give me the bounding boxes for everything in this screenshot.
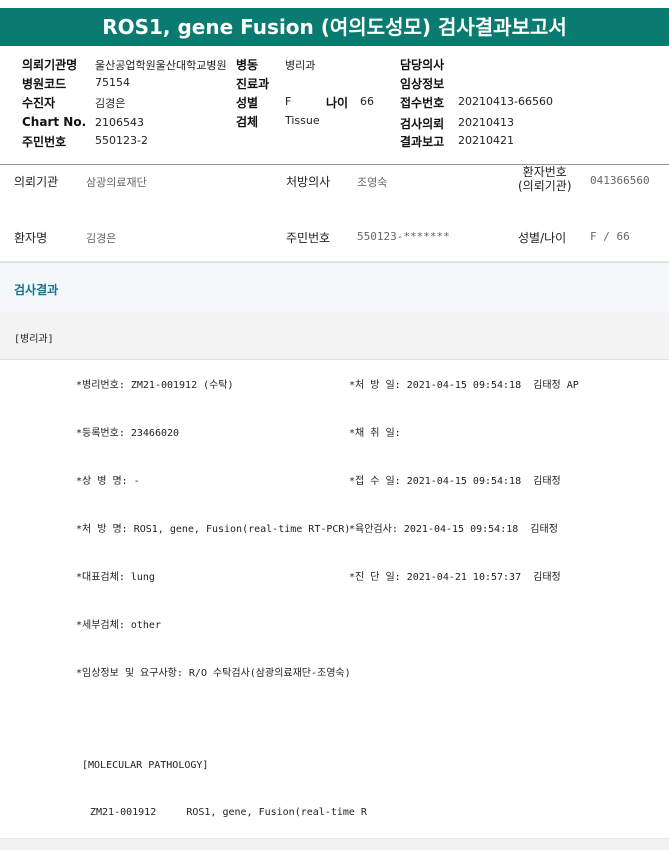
header-label: 병원코드 [22,77,67,91]
result-left: *임상정보 및 요구사항: R/O 수탁검사(삼광의료재단-조영숙) [76,668,351,679]
header-value: 20210421 [458,134,514,147]
header-value: 울산공업학원울산대학교병원 [95,59,227,72]
department-label: [병리과] [14,334,54,345]
header-label: 병동 [236,58,259,72]
header-label: 수진자 [22,96,56,110]
header-value: 20210413 [458,116,514,129]
patient-label: 환자번호 (의뢰기관) [518,165,572,193]
results-section-header: 검사결과 [0,262,669,314]
report-title: ROS1, gene Fusion (여의도성모) 검사결과보고서 [0,8,669,46]
header-value: Tissue [285,114,320,127]
molecular-pathology-row: [MOLECULAR PATHOLOGY] [0,744,669,793]
header-value: 2106543 [95,116,144,129]
header-label: Chart No. [22,115,87,129]
result-right: *육안검사: 2021-04-15 09:54:18 김태정 [349,524,558,535]
results-section-title: 검사결과 [14,283,59,297]
header-label: 성별 [236,96,259,110]
header-label: 진료과 [236,77,270,91]
header-label: 접수번호 [400,96,445,110]
patient-value: 삼광의료재단 [86,176,147,189]
molecular-pathology-label: [MOLECULAR PATHOLOGY] [82,760,209,771]
header-label: 주민번호 [22,135,67,149]
result-row: *임상정보 및 요구사항: R/O 수탁검사(삼광의료재단-조영숙) [0,648,669,697]
age-label: 나이 [326,96,349,110]
result-left: *등록번호: 23466020 [76,428,180,439]
patient-label: 처방의사 [286,175,331,189]
result-row: *등록번호: 23466020 *채 취 일: [0,408,669,457]
header-label: 담당의사 [400,58,445,72]
header-value: 병리과 [285,59,316,72]
header-label: 결과보고 [400,135,445,149]
result-row: *처 방 명: ROS1, gene, Fusion(real-time RT-… [0,504,669,553]
header-label: 의뢰기관명 [22,58,78,72]
header-label: 임상정보 [400,77,445,91]
result-left: *대표검체: lung [76,572,155,583]
patient-info-row: 의뢰기관 삼광의료재단 처방의사 조영숙 환자번호 (의뢰기관) 0413665… [0,165,669,214]
footer-strip [0,839,669,850]
header-value: 550123-2 [95,134,148,147]
header-value: 김경은 [95,97,126,110]
patient-value: 550123-******* [357,230,450,243]
result-right: *채 취 일: [349,428,401,439]
header-label: 검체 [236,115,259,129]
result-row [0,696,669,745]
result-right: *진 단 일: 2021-04-21 10:57:37 김태정 [349,572,561,583]
patient-value: 041366560 [590,174,650,187]
header-value: 20210413-66560 [458,95,553,108]
department-row: [병리과] [0,312,669,360]
header-value: 75154 [95,76,130,89]
result-left: *병리번호: ZM21-001912 (수탁) [76,380,234,391]
patient-value: 조영숙 [357,176,388,189]
patient-label: 성별/나이 [518,231,567,245]
result-row: *상 병 명: - *접 수 일: 2021-04-15 09:54:18 김태… [0,456,669,505]
patient-value: F / 66 [590,230,630,243]
patient-label: 주민번호 [286,231,331,245]
result-left: *상 병 명: - [76,476,140,487]
header-value: F [285,95,292,108]
result-right: *접 수 일: 2021-04-15 09:54:18 김태정 [349,476,561,487]
result-detail-text: ZM21-001912 ROS1, gene, Fusion(real-time… [90,807,367,818]
patient-label: 의뢰기관 [14,175,59,189]
result-row: *병리번호: ZM21-001912 (수탁) *처 방 일: 2021-04-… [0,360,669,409]
result-left: *세부검체: other [76,620,161,631]
result-detail-row: ZM21-001912 ROS1, gene, Fusion(real-time… [0,792,669,839]
result-right: *처 방 일: 2021-04-15 09:54:18 김태정 AP [349,380,579,391]
patient-value: 김경은 [86,232,117,245]
result-row: *대표검체: lung *진 단 일: 2021-04-21 10:57:37 … [0,552,669,601]
age-value: 66 [360,95,374,108]
result-row: *세부검체: other [0,600,669,649]
report-header: 의뢰기관명 울산공업학원울산대학교병원 병원코드 75154 수진자 김경은 C… [0,46,669,165]
result-left: *처 방 명: ROS1, gene, Fusion(real-time RT-… [76,524,351,535]
header-label: 검사의뢰 [400,117,445,131]
patient-info-row: 환자명 김경은 주민번호 550123-******* 성별/나이 F / 66 [0,213,669,262]
patient-label: 환자명 [14,231,48,245]
